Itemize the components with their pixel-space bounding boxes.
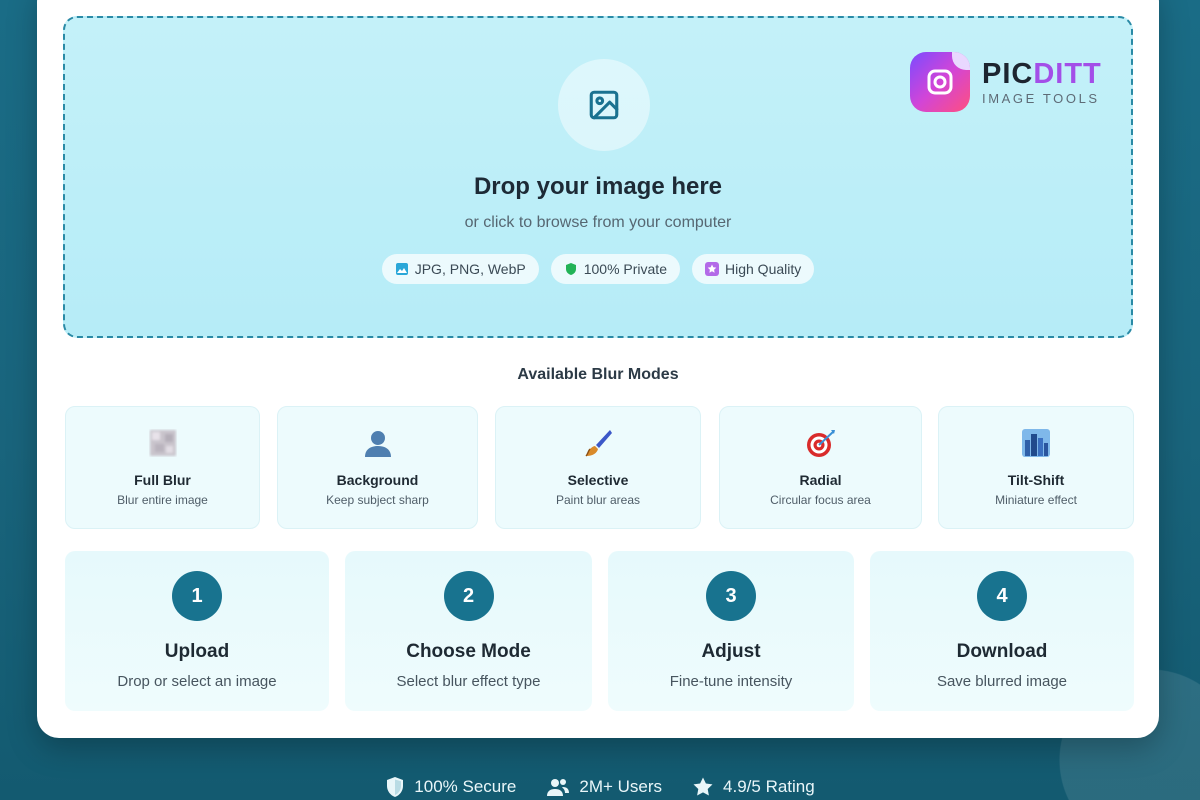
mode-subtitle: Keep subject sharp — [326, 493, 429, 507]
mode-subtitle: Circular focus area — [770, 493, 871, 507]
step-subtitle: Select blur effect type — [396, 673, 541, 690]
footer-users: 2M+ Users — [546, 776, 662, 798]
step-adjust: 3 Adjust Fine-tune intensity — [608, 551, 854, 711]
step-number-badge: 1 — [172, 571, 222, 621]
mode-title: Full Blur — [134, 472, 191, 488]
dropzone-subtitle: or click to browse from your computer — [464, 214, 732, 231]
users-icon — [547, 779, 570, 796]
chip-label: 100% Private — [583, 261, 667, 277]
mode-subtitle: Blur entire image — [117, 493, 208, 507]
footer-label: 100% Secure — [414, 777, 517, 796]
step-number-badge: 3 — [706, 571, 756, 621]
logo-tagline: IMAGE TOOLS — [982, 90, 1100, 106]
quality-chip: High Quality — [692, 254, 815, 284]
feature-chips: JPG, PNG, WebP 100% Private High Quality — [65, 254, 1131, 284]
person-icon — [278, 427, 477, 459]
logo-badge-icon — [910, 52, 970, 112]
star-icon — [705, 262, 719, 276]
picditt-logo: PICDITT IMAGE TOOLS — [910, 52, 1102, 112]
private-chip: 100% Private — [550, 254, 680, 284]
step-number-badge: 2 — [443, 571, 494, 621]
trust-footer: 100% Secure 2M+ Users 4.9/5 Rating — [0, 776, 1200, 798]
shield-icon — [565, 263, 576, 275]
step-title: Upload — [164, 641, 230, 662]
step-subtitle: Drop or select an image — [117, 673, 277, 690]
mode-title: Radial — [799, 472, 842, 488]
logo-name: PICDITT — [982, 59, 1102, 89]
step-subtitle: Save blurred image — [936, 673, 1068, 690]
blur-modes-title: Available Blur Modes — [517, 366, 679, 383]
image-icon — [589, 90, 619, 120]
mode-full-blur[interactable]: Full Blur Blur entire image — [65, 406, 260, 529]
footer-label: 4.9/5 Rating — [723, 777, 815, 796]
mode-background[interactable]: Background Keep subject sharp — [277, 406, 478, 529]
blur-square-icon — [66, 427, 259, 459]
logo-name-part2: DITT — [1033, 57, 1102, 90]
mode-subtitle: Miniature effect — [995, 493, 1077, 507]
star-icon — [693, 777, 713, 796]
step-title: Adjust — [701, 641, 761, 662]
step-title: Download — [956, 641, 1048, 662]
step-choose-mode: 2 Choose Mode Select blur effect type — [345, 551, 592, 711]
step-upload: 1 Upload Drop or select an image — [65, 551, 329, 711]
image-dropzone[interactable]: Drop your image here or click to browse … — [63, 16, 1133, 338]
mode-subtitle: Paint blur areas — [555, 493, 641, 507]
chip-label: JPG, PNG, WebP — [414, 261, 526, 277]
paintbrush-icon — [496, 427, 700, 459]
upload-icon-circle — [558, 59, 650, 151]
footer-secure: 100% Secure — [385, 776, 516, 798]
mode-selective[interactable]: Selective Paint blur areas — [495, 406, 701, 529]
target-icon — [720, 427, 921, 459]
mode-title: Tilt-Shift — [1007, 472, 1065, 488]
chip-label: High Quality — [725, 261, 802, 277]
mode-tilt-shift[interactable]: Tilt-Shift Miniature effect — [938, 406, 1134, 529]
mode-radial[interactable]: Radial Circular focus area — [719, 406, 922, 529]
step-number-badge: 4 — [977, 571, 1027, 621]
footer-rating: 4.9/5 Rating — [692, 776, 815, 798]
format-chip: JPG, PNG, WebP — [381, 254, 539, 284]
mode-title: Background — [336, 472, 419, 488]
image-icon — [395, 263, 408, 275]
cityscape-icon — [939, 427, 1133, 459]
step-title: Choose Mode — [406, 641, 531, 662]
dropzone-title: Drop your image here — [473, 173, 723, 200]
step-subtitle: Fine-tune intensity — [669, 673, 793, 690]
logo-name-part1: PIC — [982, 57, 1034, 90]
mode-title: Selective — [567, 472, 629, 488]
shield-icon — [387, 777, 404, 797]
footer-label: 2M+ Users — [579, 777, 663, 796]
step-download: 4 Download Save blurred image — [870, 551, 1134, 711]
